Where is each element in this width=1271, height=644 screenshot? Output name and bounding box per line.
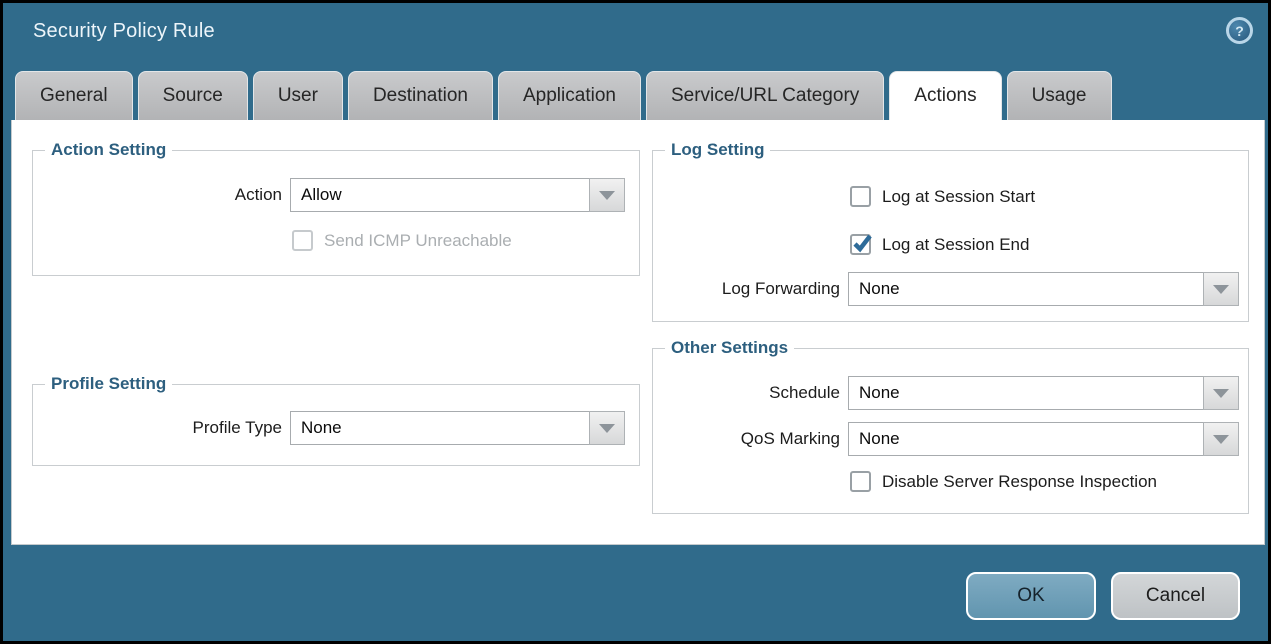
disable-server-response-inspection-checkbox-row: Disable Server Response Inspection: [850, 471, 1157, 492]
schedule-dropdown[interactable]: None: [848, 376, 1239, 410]
disable-server-response-inspection-checkbox[interactable]: [850, 471, 871, 492]
ok-button[interactable]: OK: [966, 572, 1096, 620]
log-setting-group: Log Setting Log at Session Start Log at …: [652, 150, 1249, 322]
profile-type-dropdown[interactable]: None: [290, 411, 625, 445]
cancel-button[interactable]: Cancel: [1111, 572, 1240, 620]
profile-type-dropdown-value[interactable]: None: [290, 411, 590, 445]
tab-service-url-category[interactable]: Service/URL Category: [646, 71, 884, 120]
qos-marking-dropdown-value[interactable]: None: [848, 422, 1204, 456]
send-icmp-unreachable-label: Send ICMP Unreachable: [324, 231, 512, 251]
qos-marking-dropdown[interactable]: None: [848, 422, 1239, 456]
log-session-start-checkbox-row: Log at Session Start: [850, 186, 1035, 207]
log-setting-legend: Log Setting: [665, 140, 770, 160]
disable-server-response-inspection-label: Disable Server Response Inspection: [882, 472, 1157, 492]
log-session-end-label: Log at Session End: [882, 235, 1029, 255]
other-settings-group: Other Settings Schedule None QoS Marking…: [652, 348, 1249, 514]
profile-setting-legend: Profile Setting: [45, 374, 172, 394]
actions-tab-content: Action Setting Action Allow Send ICMP Un…: [11, 120, 1265, 545]
tab-bar: General Source User Destination Applicat…: [15, 71, 1112, 120]
tab-application[interactable]: Application: [498, 71, 641, 120]
action-dropdown[interactable]: Allow: [290, 178, 625, 212]
tab-destination[interactable]: Destination: [348, 71, 493, 120]
chevron-down-icon[interactable]: [589, 178, 625, 212]
log-forwarding-dropdown-value[interactable]: None: [848, 272, 1204, 306]
chevron-down-icon[interactable]: [1203, 272, 1239, 306]
log-forwarding-dropdown[interactable]: None: [848, 272, 1239, 306]
action-label: Action: [33, 185, 282, 205]
profile-setting-group: Profile Setting Profile Type None: [32, 384, 640, 466]
send-icmp-unreachable-checkbox-row: Send ICMP Unreachable: [292, 230, 512, 251]
chevron-down-icon[interactable]: [1203, 422, 1239, 456]
tab-usage[interactable]: Usage: [1007, 71, 1112, 120]
log-session-start-checkbox[interactable]: [850, 186, 871, 207]
tab-user[interactable]: User: [253, 71, 343, 120]
send-icmp-unreachable-checkbox: [292, 230, 313, 251]
dialog-title: Security Policy Rule: [33, 20, 215, 43]
tab-source[interactable]: Source: [138, 71, 248, 120]
chevron-down-icon[interactable]: [589, 411, 625, 445]
profile-type-label: Profile Type: [33, 418, 282, 438]
tab-general[interactable]: General: [15, 71, 133, 120]
action-dropdown-value[interactable]: Allow: [290, 178, 590, 212]
schedule-label: Schedule: [653, 383, 840, 403]
tab-actions[interactable]: Actions: [889, 71, 1001, 120]
log-session-end-checkbox-row: Log at Session End: [850, 234, 1029, 255]
schedule-dropdown-value[interactable]: None: [848, 376, 1204, 410]
log-session-start-label: Log at Session Start: [882, 187, 1035, 207]
help-icon[interactable]: ?: [1226, 17, 1253, 44]
log-forwarding-label: Log Forwarding: [653, 279, 840, 299]
chevron-down-icon[interactable]: [1203, 376, 1239, 410]
action-setting-group: Action Setting Action Allow Send ICMP Un…: [32, 150, 640, 276]
security-policy-rule-dialog: Security Policy Rule ? General Source Us…: [0, 0, 1271, 644]
qos-marking-label: QoS Marking: [653, 429, 840, 449]
log-session-end-checkbox[interactable]: [850, 234, 871, 255]
other-settings-legend: Other Settings: [665, 338, 794, 358]
action-setting-legend: Action Setting: [45, 140, 172, 160]
